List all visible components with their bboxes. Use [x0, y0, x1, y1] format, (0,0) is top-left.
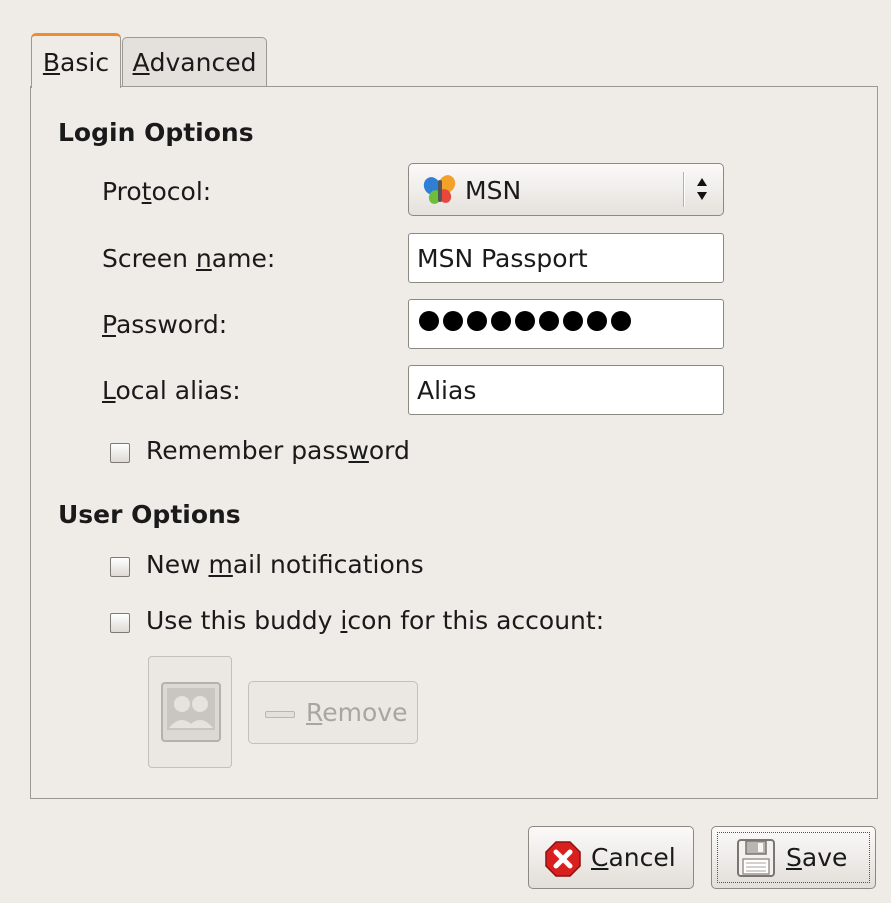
remember-password-checkbox[interactable] — [110, 443, 130, 463]
floppy-disk-icon — [736, 838, 776, 884]
cancel-button-label: Cancel — [591, 843, 676, 872]
tab-basic[interactable]: Basic — [31, 33, 121, 88]
protocol-label: Protocol: — [102, 177, 212, 206]
buddy-icon-checkbox[interactable] — [110, 613, 130, 633]
local-alias-input[interactable] — [417, 376, 712, 405]
up-down-arrow-icon — [695, 174, 709, 208]
password-mask-dot — [467, 311, 487, 331]
user-options-heading: User Options — [58, 500, 241, 529]
remember-password-label[interactable]: Remember password — [146, 436, 410, 465]
login-options-heading: Login Options — [58, 118, 254, 147]
password-mask-dot — [539, 311, 559, 331]
tab-advanced-label: dvanced — [149, 47, 257, 77]
buddy-icon-button[interactable] — [148, 656, 232, 768]
password-mask-dot — [419, 311, 439, 331]
combo-separator — [683, 172, 685, 207]
screen-name-label: Screen name: — [102, 244, 276, 273]
remove-button[interactable]: Remove — [248, 681, 418, 744]
new-mail-checkbox[interactable] — [110, 557, 130, 577]
remove-icon — [265, 711, 295, 718]
screen-name-input[interactable] — [417, 244, 712, 273]
protocol-select[interactable]: MSN — [408, 163, 724, 216]
password-mask-dot — [515, 311, 535, 331]
buddy-picture-icon — [161, 682, 221, 746]
password-mask-dot — [491, 311, 511, 331]
tab-advanced[interactable]: Advanced — [122, 37, 267, 86]
password-mask-dot — [563, 311, 583, 331]
password-mask-dot — [587, 311, 607, 331]
save-button[interactable]: Save — [711, 826, 876, 889]
new-mail-label[interactable]: New mail notifications — [146, 550, 424, 579]
remove-button-label: Remove — [306, 698, 408, 727]
save-button-label: Save — [786, 843, 848, 872]
local-alias-label: Local alias: — [102, 376, 241, 405]
password-mask — [419, 311, 631, 331]
password-field[interactable] — [408, 299, 724, 349]
msn-butterfly-icon — [423, 174, 457, 210]
protocol-value: MSN — [465, 176, 522, 205]
tab-basic-mnemonic: B — [42, 47, 61, 77]
cancel-button[interactable]: Cancel — [528, 826, 694, 889]
buddy-icon-label[interactable]: Use this buddy icon for this account: — [146, 606, 604, 635]
password-label: Password: — [102, 310, 228, 339]
local-alias-field[interactable] — [408, 365, 724, 415]
cancel-icon — [545, 841, 581, 883]
screen-name-field[interactable] — [408, 233, 724, 283]
password-mask-dot — [443, 311, 463, 331]
tab-advanced-mnemonic: A — [132, 47, 150, 77]
password-mask-dot — [611, 311, 631, 331]
tab-basic-label: asic — [60, 47, 110, 77]
